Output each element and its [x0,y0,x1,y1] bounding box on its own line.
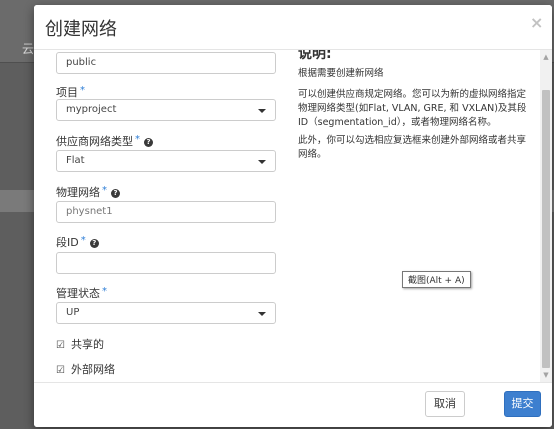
required-mark: * [102,185,107,196]
caret-down-icon [258,160,266,164]
provider-type-select-value: Flat [66,155,85,166]
modal-title: 创建网络 [45,19,117,40]
required-mark: * [135,134,140,145]
modal-footer: 取消 提交 [34,382,552,427]
scroll-down-arrow-icon[interactable]: ▼ [540,370,552,380]
physical-network-input[interactable]: physnet1 [56,201,276,223]
question-circle-icon[interactable]: ? [144,138,153,147]
admin-state-label: 管理状态 * [56,285,107,301]
modal-header: 创建网络 × [34,5,552,50]
description-heading: 说明: [298,50,332,62]
physical-network-placeholder: physnet1 [66,206,113,217]
segment-id-input[interactable] [56,252,276,274]
provider-type-label: 供应商网络类型 *? [56,133,153,149]
shared-checkbox[interactable]: ☑ 共享的 [56,336,104,352]
required-mark: * [102,286,107,297]
network-name-value: public [66,57,97,68]
caret-down-icon [258,109,266,113]
project-label-text: 项目 [56,86,78,99]
network-name-input[interactable]: public [56,52,276,74]
checkbox-checked-icon[interactable]: ☑ [56,340,65,351]
segment-id-label: 段ID *? [56,234,99,250]
cancel-button[interactable]: 取消 [425,391,465,417]
project-select[interactable]: myproject [56,99,276,121]
scroll-thumb[interactable] [542,90,550,368]
screenshot-tooltip: 截图(Alt + A) [402,271,471,288]
physical-network-label-text: 物理网络 [56,186,100,199]
caret-down-icon [258,312,266,316]
provider-type-select[interactable]: Flat [56,150,276,172]
segment-id-label-text: 段ID [56,236,79,249]
question-circle-icon[interactable]: ? [111,189,120,198]
checkbox-checked-icon[interactable]: ☑ [56,365,65,376]
admin-state-select[interactable]: UP [56,302,276,324]
project-select-value: myproject [66,104,117,115]
required-mark: * [80,85,85,96]
description-line2: 可以创建供应商规定网络。您可以为新的虚拟网络指定物理网络类型(如Flat, VL… [298,89,527,128]
question-circle-icon[interactable]: ? [89,239,99,248]
modal-scrollbar[interactable]: ▲ ▼ [540,50,552,382]
background-text-fragment: 云 [22,42,35,56]
scroll-up-arrow-icon[interactable]: ▲ [540,52,552,62]
physical-network-label: 物理网络 *? [56,184,120,200]
create-network-modal: 创建网络 × public 项目 * myproject 供应商网络类型 *? Fl… [34,5,552,427]
close-icon[interactable]: × [530,13,543,32]
external-network-checkbox[interactable]: ☑ 外部网络 [56,361,115,377]
required-mark: * [80,235,86,246]
admin-state-select-value: UP [66,307,80,318]
description-line1: 根据需要创建新网络 [298,68,384,79]
submit-button[interactable]: 提交 [504,391,541,417]
shared-checkbox-label: 共享的 [70,338,104,351]
project-label: 项目 * [56,84,85,100]
external-network-checkbox-label: 外部网络 [70,363,115,376]
admin-state-label-text: 管理状态 [56,287,100,300]
description-line3: 此外，你可以勾选相应复选框来创建外部网络或者共享网络。 [298,135,527,160]
modal-body: public 项目 * myproject 供应商网络类型 *? Flat 物理网络… [34,50,540,382]
provider-type-label-text: 供应商网络类型 [56,135,133,148]
